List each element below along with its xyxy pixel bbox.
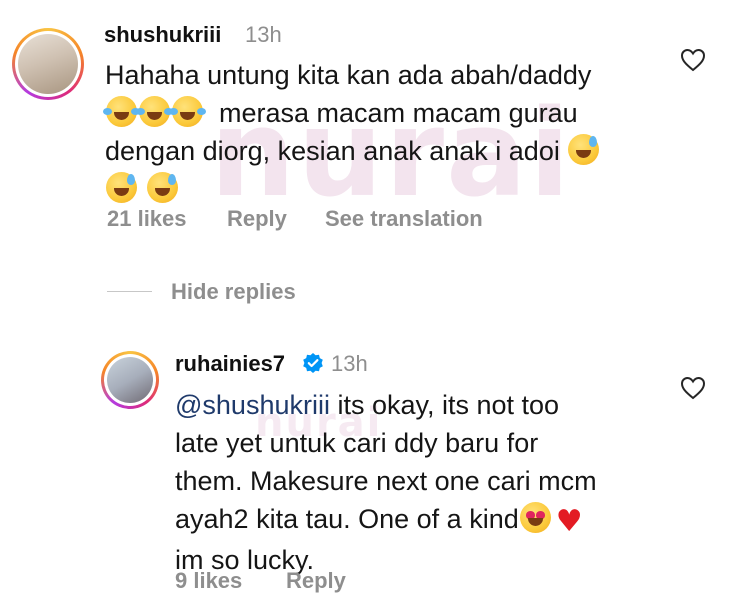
reply-text-line-2: late yet untuk cari ddy baru for [175,428,539,458]
red-heart-emoji-icon: ♥ [555,504,583,539]
comment-text-segment: dengan diorg, kesian anak anak i adoi [105,136,560,166]
reply-timestamp: 13h [331,351,368,376]
reply-text-segment: ayah2 kita tau. One of a kind [175,504,519,534]
reply-text-segment: its okay, its not too [329,390,560,420]
comment-text-line-3: dengan diorg, kesian anak anak i adoi [105,132,665,170]
reply-text-line-3: them. Makesure next one cari mcm [175,466,597,496]
reply-text-line-1: @shushukriii its okay, its not too [175,386,655,424]
reply-username[interactable]: ruhainies7 [175,351,285,377]
see-translation-button[interactable]: See translation [325,206,483,232]
tears-of-joy-emoji-icon [103,96,140,127]
heart-outline-icon[interactable] [680,376,706,400]
comment-username[interactable]: shushukriii [104,22,221,48]
reply-reply-button[interactable]: Reply [286,568,346,594]
reply-text-line-4: ayah2 kita tau. One of a kind ♥ [175,500,655,541]
reply-likes-count[interactable]: 9 likes [175,568,242,594]
comment-text-line-2: merasa macam macam gurau [103,94,665,132]
comment-timestamp: 13h [245,22,282,47]
avatar-shushukriii[interactable] [12,28,84,100]
likes-count[interactable]: 21 likes [107,206,187,232]
avatar-photo [107,357,153,403]
grinning-sweat-emoji-icon [146,172,178,203]
avatar-photo [18,34,78,94]
heart-eyes-emoji-icon [519,502,551,533]
grinning-sweat-emoji-icon [568,134,600,165]
verified-badge-icon [303,353,323,373]
replies-divider [107,291,152,292]
tears-of-joy-emoji-icon [136,96,173,127]
comment-text-line-1: Hahaha untung kita kan ada abah/daddy [105,60,592,90]
mention-link[interactable]: @shushukriii [175,390,330,420]
hide-replies-button[interactable]: Hide replies [171,279,296,305]
heart-outline-icon[interactable] [680,48,706,72]
avatar-ruhainies7[interactable] [101,351,159,409]
comment-text: Hahaha untung kita kan ada abah/daddy me… [103,56,665,208]
tears-of-joy-emoji-icon [169,96,206,127]
reply-text-line-5: im so lucky. [175,545,315,575]
grinning-sweat-emoji-icon [106,172,137,203]
comment-text-line-4 [105,170,665,208]
reply-text: @shushukriii its okay, its not too late … [175,386,655,579]
reply-button[interactable]: Reply [227,206,287,232]
comment-text-segment: merasa macam macam gurau [219,98,578,128]
